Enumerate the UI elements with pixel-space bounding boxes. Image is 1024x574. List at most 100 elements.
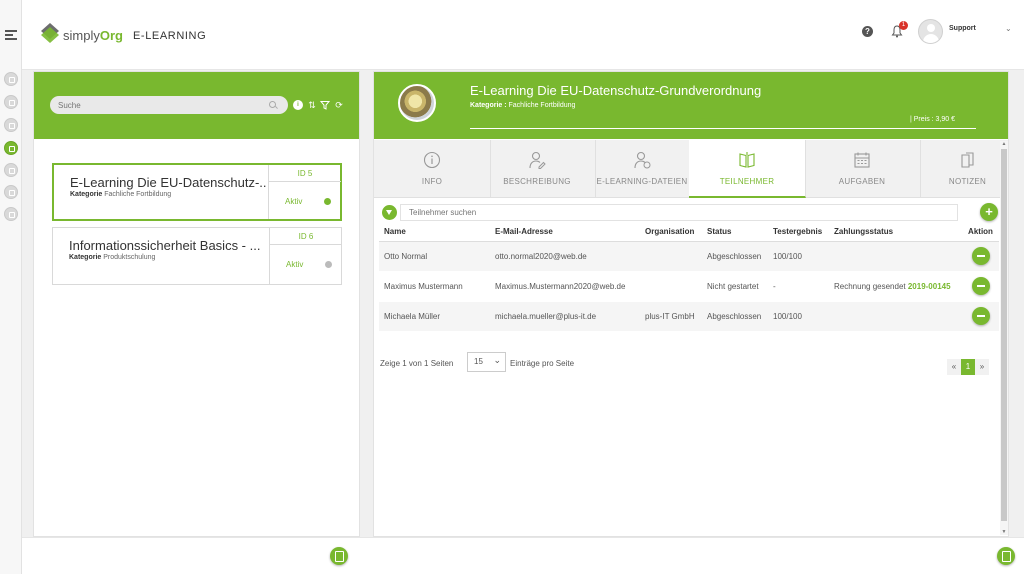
table-row[interactable]: Michaela Müller michaela.mueller@plus-it… <box>379 301 999 332</box>
filter-icon[interactable] <box>320 100 330 110</box>
column-header[interactable]: Status <box>702 223 768 242</box>
course-title: E-Learning Die EU-Datenschutz-... <box>70 175 266 190</box>
info-icon[interactable]: i <box>293 100 303 110</box>
refresh-icon[interactable]: ⟳ <box>334 100 344 110</box>
status-dot-icon <box>325 261 332 268</box>
logo-text: simplyOrg <box>63 28 123 43</box>
table-row[interactable]: Otto Normal otto.normal2020@web.de Abges… <box>379 241 999 272</box>
pagination-info: Zeige 1 von 1 Seiten <box>380 359 454 368</box>
column-header[interactable]: Zahlungsstatus <box>829 223 957 242</box>
remove-participant-button[interactable] <box>971 307 990 325</box>
column-header[interactable]: E-Mail-Adresse <box>490 223 640 242</box>
rail-document-icon[interactable] <box>4 185 18 199</box>
tab-info[interactable]: INFO <box>374 140 491 198</box>
page-size-select[interactable]: 15 <box>467 351 506 372</box>
participant-action <box>957 271 999 302</box>
course-image <box>398 84 436 122</box>
course-list-panel: i ⇅ ⟳ E-Learning Die EU-Datenschutz-... … <box>33 71 360 537</box>
rail-organisation-icon[interactable] <box>4 118 18 132</box>
rail-settings-icon[interactable] <box>4 95 18 109</box>
participant-search-input[interactable] <box>400 204 958 221</box>
scrollbar[interactable]: ▲ ▼ <box>1000 141 1008 535</box>
help-icon[interactable]: ? <box>862 26 873 37</box>
participant-payment <box>829 241 957 272</box>
scroll-up-icon[interactable]: ▲ <box>1000 141 1008 147</box>
detail-tabs: INFO BESCHREIBUNG E-LEARNING-DATEIEN TEI… <box>374 140 1008 198</box>
participants-table: Name E-Mail-Adresse Organisation Status … <box>379 223 999 332</box>
footer-bar <box>22 537 1024 574</box>
search-icon[interactable] <box>269 101 276 108</box>
column-header[interactable]: Organisation <box>640 223 702 242</box>
course-detail-header: E-Learning Die EU-Datenschutz-Grundveror… <box>374 72 1008 139</box>
avatar[interactable] <box>918 19 943 44</box>
left-rail <box>0 0 22 574</box>
participant-organisation: plus-IT GmbH <box>640 301 702 332</box>
tab-label: E-LEARNING-DATEIEN <box>596 177 688 186</box>
menu-icon[interactable] <box>5 30 17 40</box>
tab-label: INFO <box>421 177 443 186</box>
participant-organisation <box>640 271 702 302</box>
user-edit-icon <box>529 151 546 169</box>
course-card[interactable]: E-Learning Die EU-Datenschutz-... Katego… <box>52 163 342 221</box>
course-title: Informationssicherheit Basics - ... <box>69 238 261 253</box>
participant-name: Otto Normal <box>379 241 490 272</box>
course-detail-panel: E-Learning Die EU-Datenschutz-Grundveror… <box>373 71 1009 537</box>
course-meta: ID 6 Aktiv <box>269 228 342 284</box>
tab-label: BESCHREIBUNG <box>503 177 571 186</box>
pagination-current[interactable]: 1 <box>961 359 975 375</box>
user-name[interactable]: Support <box>949 25 976 32</box>
participant-result: - <box>768 271 829 302</box>
participant-action <box>957 241 999 272</box>
remove-participant-button[interactable] <box>971 277 990 295</box>
participant-status: Nicht gestartet <box>702 271 768 302</box>
column-header: Aktion <box>957 223 999 242</box>
tab-elearning-dateien[interactable]: E-LEARNING-DATEIEN <box>584 140 701 198</box>
logo-icon <box>41 23 59 43</box>
app-title: E-LEARNING <box>133 30 207 42</box>
tab-teilnehmer[interactable]: TEILNEHMER <box>689 140 806 198</box>
page-size-label: Einträge pro Seite <box>510 359 575 368</box>
column-header[interactable]: Testergebnis <box>768 223 829 242</box>
scroll-down-icon[interactable]: ▼ <box>1000 529 1008 535</box>
table-row[interactable]: Maximus Mustermann Maximus.Mustermann202… <box>379 271 999 302</box>
course-list-toolbar: i ⇅ ⟳ <box>34 72 359 139</box>
pagination-prev[interactable]: « <box>947 359 961 375</box>
notes-icon <box>960 152 974 168</box>
search-input[interactable] <box>50 96 288 114</box>
rail-target-icon[interactable] <box>4 163 18 177</box>
rail-circle-icon[interactable] <box>4 207 18 221</box>
report-chart-button[interactable] <box>997 547 1015 565</box>
export-pdf-button[interactable] <box>330 547 348 565</box>
participant-status: Abgeschlossen <box>702 241 768 272</box>
calendar-icon <box>854 152 870 168</box>
rail-elearning-icon[interactable] <box>4 141 18 155</box>
course-category: Kategorie Produktschulung <box>69 254 156 261</box>
column-header[interactable]: Name <box>379 223 490 242</box>
pagination-next[interactable]: » <box>975 359 989 375</box>
tab-notizen[interactable]: NOTIZEN <box>909 140 1008 198</box>
course-card[interactable]: Informationssicherheit Basics - ... Kate… <box>52 227 342 285</box>
user-file-icon <box>634 151 651 169</box>
header-divider <box>470 128 976 129</box>
participant-name: Maximus Mustermann <box>379 271 490 302</box>
table-header-row: Name E-Mail-Adresse Organisation Status … <box>379 223 999 242</box>
tab-beschreibung[interactable]: BESCHREIBUNG <box>479 140 596 198</box>
participant-email: michaela.mueller@plus-it.de <box>490 301 640 332</box>
course-id: ID 5 <box>269 165 341 182</box>
scroll-thumb[interactable] <box>1001 149 1007 521</box>
tab-label: NOTIZEN <box>948 177 987 186</box>
tab-label: TEILNEHMER <box>719 177 775 186</box>
sort-icon[interactable]: ⇅ <box>307 100 317 110</box>
tab-aufgaben[interactable]: AUFGABEN <box>804 140 921 198</box>
add-participant-button[interactable]: + <box>980 203 998 221</box>
invoice-link[interactable]: 2019-00145 <box>908 282 951 291</box>
participant-payment <box>829 301 957 332</box>
participant-payment: Rechnung gesendet 2019-00145 <box>829 271 957 302</box>
remove-participant-button[interactable] <box>971 247 990 265</box>
participant-name: Michaela Müller <box>379 301 490 332</box>
chevron-down-icon[interactable]: ⌄ <box>1005 24 1012 33</box>
pagination: «1» <box>947 359 989 375</box>
participant-filter-button[interactable] <box>382 205 397 220</box>
rail-home-icon[interactable] <box>4 72 18 86</box>
participant-result: 100/100 <box>768 241 829 272</box>
